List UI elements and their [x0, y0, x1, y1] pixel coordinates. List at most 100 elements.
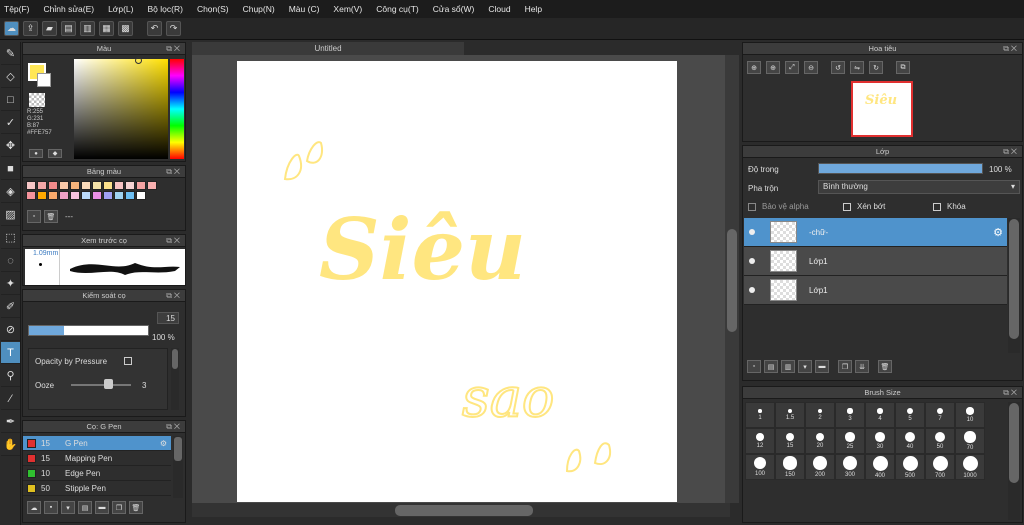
- visibility-icon[interactable]: [749, 258, 755, 264]
- pen-tool-icon[interactable]: ✒: [1, 411, 20, 433]
- hand-tool-icon[interactable]: ✋: [1, 434, 20, 456]
- brush-settings-icon[interactable]: ▾: [61, 501, 75, 514]
- ooze-slider[interactable]: [71, 384, 131, 386]
- layer-row[interactable]: Lớp1: [744, 276, 1007, 305]
- delete-layer-icon[interactable]: 🗑: [878, 360, 892, 373]
- import-image-icon[interactable]: ▾: [798, 360, 812, 373]
- palette-swatch[interactable]: [70, 181, 80, 190]
- transparent-swatch[interactable]: [29, 93, 45, 107]
- gear-icon[interactable]: ⚙: [160, 439, 167, 448]
- layer-opacity-slider[interactable]: [818, 163, 983, 174]
- menu-item[interactable]: Lớp(L): [108, 4, 133, 14]
- canvas-horizontal-scroll-thumb[interactable]: [395, 505, 533, 516]
- cloud-brush-icon[interactable]: ☁: [27, 501, 41, 514]
- palette-swatch[interactable]: [59, 191, 69, 200]
- brush-size-cell[interactable]: 200: [805, 454, 835, 480]
- stroke-tool-icon[interactable]: ✓: [1, 112, 20, 134]
- comment-icon[interactable]: ▰: [42, 21, 57, 36]
- brush-size-cell[interactable]: 70: [955, 428, 985, 454]
- visibility-icon[interactable]: [749, 229, 755, 235]
- eyedropper-tool-icon[interactable]: ⁄: [1, 388, 20, 410]
- add-brush-icon[interactable]: ▪: [44, 501, 58, 514]
- palette-swatch[interactable]: [114, 181, 124, 190]
- redo-icon[interactable]: ↷: [166, 21, 181, 36]
- palette-swatch[interactable]: [136, 181, 146, 190]
- palette-swatch[interactable]: [48, 191, 58, 200]
- brush-size-cell[interactable]: 50: [925, 428, 955, 454]
- opacity-pressure-checkbox[interactable]: [124, 357, 132, 365]
- layer-folder-icon[interactable]: ▬: [815, 360, 829, 373]
- layer-row[interactable]: -chữ- ⚙: [744, 218, 1007, 247]
- select-eraser-tool-icon[interactable]: ⊘: [1, 319, 20, 341]
- fit-icon[interactable]: ⤢: [785, 61, 799, 74]
- color-swap-button[interactable]: ◆: [48, 149, 62, 158]
- brush-size-cell[interactable]: 1000: [955, 454, 985, 480]
- move-tool-icon[interactable]: ✥: [1, 135, 20, 157]
- clipping-option[interactable]: Xén bớt: [843, 202, 885, 211]
- palette-swatch[interactable]: [26, 191, 36, 200]
- brush-size-cell[interactable]: 25: [835, 428, 865, 454]
- new-palette-icon[interactable]: ▫: [27, 210, 41, 223]
- brush-list-item[interactable]: 10 Edge Pen: [23, 466, 171, 481]
- gear-icon[interactable]: ⚙: [993, 226, 1003, 239]
- palette-swatch[interactable]: [125, 191, 135, 200]
- brush-size-cell[interactable]: 20: [805, 428, 835, 454]
- grid-icon[interactable]: ▦: [99, 21, 114, 36]
- canvas-paper[interactable]: Siêu sao: [237, 61, 677, 502]
- palette-swatch[interactable]: [125, 181, 135, 190]
- hue-slider[interactable]: [170, 59, 184, 159]
- palette-swatch[interactable]: [70, 191, 80, 200]
- brush-options-scrollbar[interactable]: [171, 348, 179, 410]
- menu-item[interactable]: Chọn(S): [197, 4, 229, 14]
- brush-tool-icon[interactable]: ✎: [1, 43, 20, 65]
- new-1bit-layer-icon[interactable]: ▥: [781, 360, 795, 373]
- brush-size-cell[interactable]: 5: [895, 402, 925, 428]
- palette-swatch[interactable]: [92, 191, 102, 200]
- menu-item[interactable]: Chụp(N): [243, 4, 275, 14]
- palette-swatch[interactable]: [26, 181, 36, 190]
- brush-size-cell[interactable]: 7: [925, 402, 955, 428]
- rotate-right-icon[interactable]: ↻: [869, 61, 883, 74]
- visibility-icon[interactable]: [749, 287, 755, 293]
- brush-size-cell[interactable]: 1.5: [775, 402, 805, 428]
- import-brush-icon[interactable]: ▤: [78, 501, 92, 514]
- saturation-value-picker[interactable]: [74, 59, 168, 159]
- layer-row[interactable]: Lớp1: [744, 247, 1007, 276]
- brush-size-cell[interactable]: 700: [925, 454, 955, 480]
- delete-brush-icon[interactable]: 🗑: [129, 501, 143, 514]
- panel-controls-icon[interactable]: ⧉✕: [166, 290, 182, 302]
- panel-controls-icon[interactable]: ⧉✕: [1003, 43, 1019, 55]
- size-slider[interactable]: [28, 325, 149, 336]
- export-icon[interactable]: ⇪: [23, 21, 38, 36]
- brush-size-cell[interactable]: 300: [835, 454, 865, 480]
- clipping-checkbox[interactable]: [843, 202, 851, 211]
- brush-size-cell[interactable]: 400: [865, 454, 895, 480]
- new-window-icon[interactable]: ⧉: [896, 61, 910, 74]
- lasso-tool-icon[interactable]: ◌: [1, 250, 20, 272]
- brush-folder-icon[interactable]: ▬: [95, 501, 109, 514]
- new-halftone-layer-icon[interactable]: ▤: [764, 360, 778, 373]
- lock-option[interactable]: Khóa: [933, 202, 966, 211]
- brush-size-cell[interactable]: 150: [775, 454, 805, 480]
- zoom-tool-icon[interactable]: ⚲: [1, 365, 20, 387]
- canvas-vertical-scroll-thumb[interactable]: [727, 229, 737, 332]
- zoom-in-alt-icon[interactable]: ⊕: [766, 61, 780, 74]
- brush-list-item[interactable]: 15 Mapping Pen: [23, 451, 171, 466]
- panel-controls-icon[interactable]: ⧉✕: [166, 235, 182, 247]
- new-layer-icon[interactable]: ▫: [747, 360, 761, 373]
- eraser-tool-icon[interactable]: ◇: [1, 66, 20, 88]
- lock-checkbox[interactable]: [933, 202, 941, 211]
- palette-swatch[interactable]: [114, 191, 124, 200]
- brush-size-cell[interactable]: 1: [745, 402, 775, 428]
- brush-size-cell[interactable]: 4: [865, 402, 895, 428]
- brush-size-cell[interactable]: 30: [865, 428, 895, 454]
- document-tab[interactable]: Untitled: [192, 42, 464, 55]
- menu-item[interactable]: Màu (C): [289, 4, 320, 14]
- palette-swatch[interactable]: [136, 191, 146, 200]
- zoom-out-icon[interactable]: ⊖: [804, 61, 818, 74]
- brush-size-cell[interactable]: 15: [775, 428, 805, 454]
- select-pen-tool-icon[interactable]: ✐: [1, 296, 20, 318]
- magic-wand-tool-icon[interactable]: ✦: [1, 273, 20, 295]
- protect-alpha-option[interactable]: Bảo vệ alpha: [748, 202, 809, 211]
- menu-item[interactable]: Công cụ(T): [376, 4, 419, 14]
